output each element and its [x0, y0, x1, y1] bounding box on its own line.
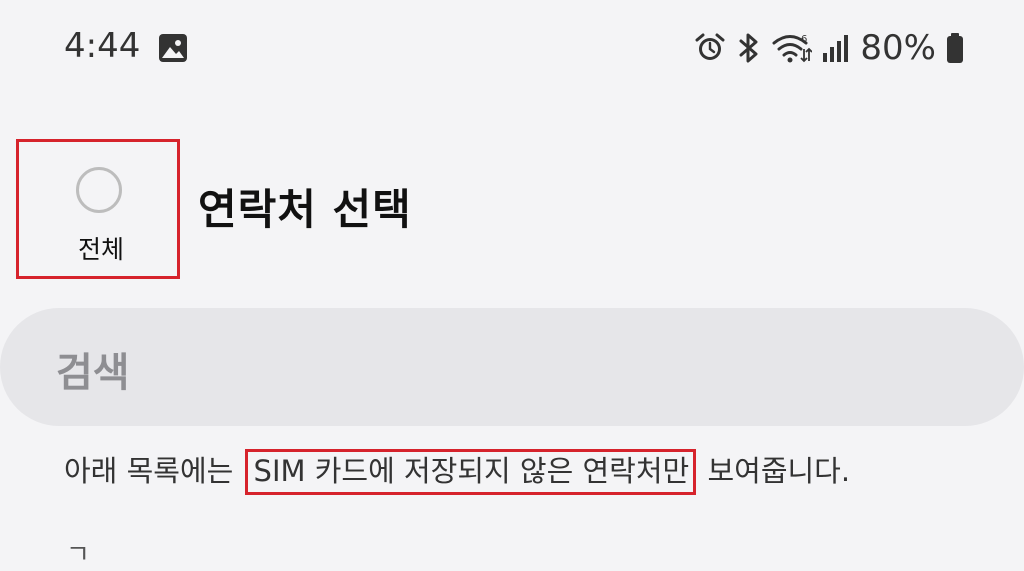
- select-all-checkbox[interactable]: 전체: [16, 139, 180, 279]
- search-input[interactable]: 검색: [0, 308, 1024, 426]
- page-title: 연락처 선택: [198, 185, 412, 234]
- svg-text:6: 6: [801, 34, 807, 45]
- bluetooth-icon: [739, 33, 758, 63]
- notice-highlight: SIM 카드에 저장되지 않은 연락처만: [244, 449, 697, 495]
- status-time: 4:44: [64, 26, 141, 66]
- notice-prefix: 아래 목록에는: [64, 454, 243, 488]
- gallery-icon: [159, 34, 187, 62]
- alarm-icon: [695, 33, 725, 60]
- status-icons: 6 80%: [694, 26, 964, 70]
- status-bar: 4:44 6 80%: [0, 0, 1024, 100]
- select-all-label: 전체: [77, 235, 124, 264]
- notice-suffix: 보여줍니다.: [698, 454, 851, 488]
- select-all-radio-icon[interactable]: [76, 167, 122, 213]
- battery-percent: 80%: [860, 28, 936, 68]
- notice-text: 아래 목록에는 SIM 카드에 저장되지 않은 연락처만 보여줍니다.: [64, 448, 851, 495]
- wifi-icon: 6: [772, 34, 813, 63]
- search-placeholder: 검색: [56, 350, 130, 396]
- signal-icon: [823, 35, 849, 62]
- list-index-header: ㄱ: [66, 540, 90, 570]
- battery-icon: [947, 33, 963, 63]
